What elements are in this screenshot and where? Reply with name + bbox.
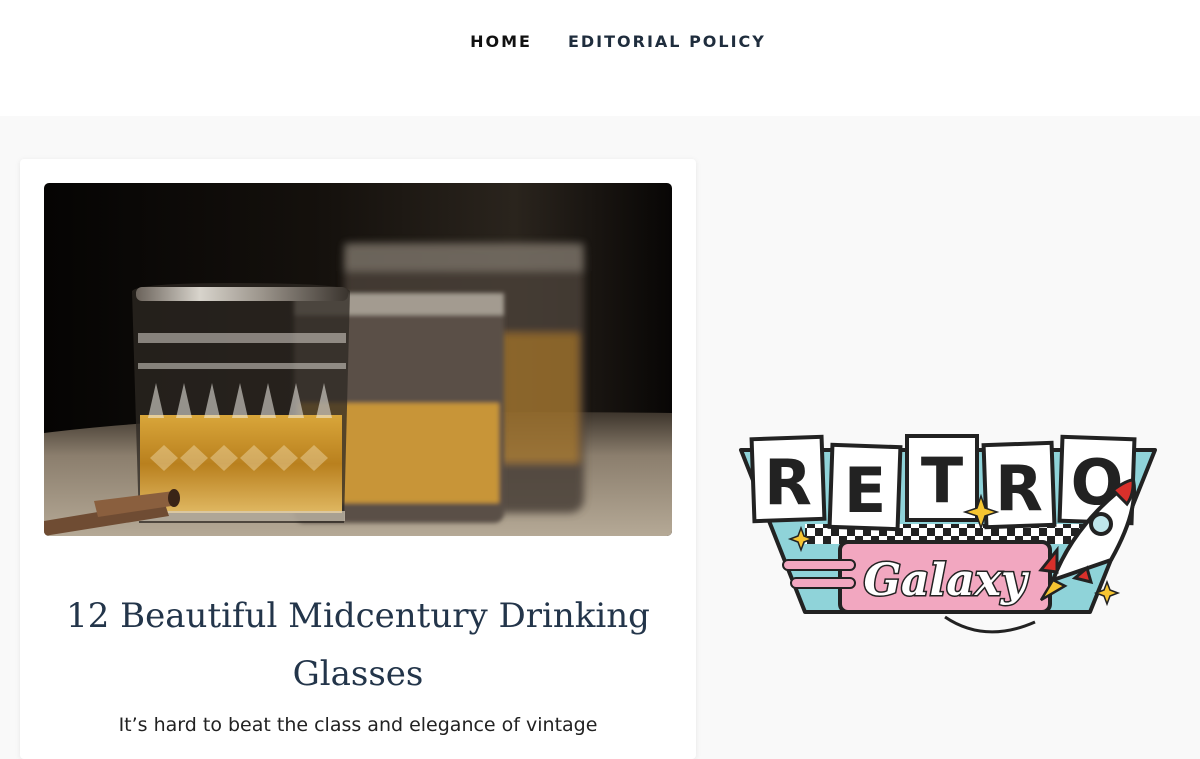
logo-script-text: Galaxy [863, 555, 1030, 606]
post-card: 12 Beautiful Midcentury Drinking Glasses… [20, 159, 696, 759]
nav-link-home[interactable]: HOME [470, 32, 532, 51]
post-title[interactable]: 12 Beautiful Midcentury Drinking Glasses [60, 587, 656, 703]
nav-menu: HOME EDITORIAL POLICY [0, 31, 1200, 53]
logo-letter-r1: R [764, 446, 812, 519]
nav-link-editorial-policy[interactable]: EDITORIAL POLICY [568, 32, 766, 51]
logo-letter-tiles: R E T R O [749, 434, 1137, 532]
retro-galaxy-logo: Galaxy R E T R O [735, 432, 1165, 642]
logo-letter-r2: R [995, 452, 1043, 525]
nav-item-editorial-policy: EDITORIAL POLICY [568, 31, 766, 53]
logo-letter-t: T [921, 444, 963, 517]
post-excerpt: It’s hard to beat the class and elegance… [118, 714, 598, 736]
post-featured-image[interactable] [44, 183, 672, 536]
nav-item-home: HOME [470, 31, 532, 53]
logo-letter-e: E [844, 454, 886, 527]
whiskey-glasses-image [44, 183, 672, 536]
top-navigation: HOME EDITORIAL POLICY [0, 0, 1200, 116]
